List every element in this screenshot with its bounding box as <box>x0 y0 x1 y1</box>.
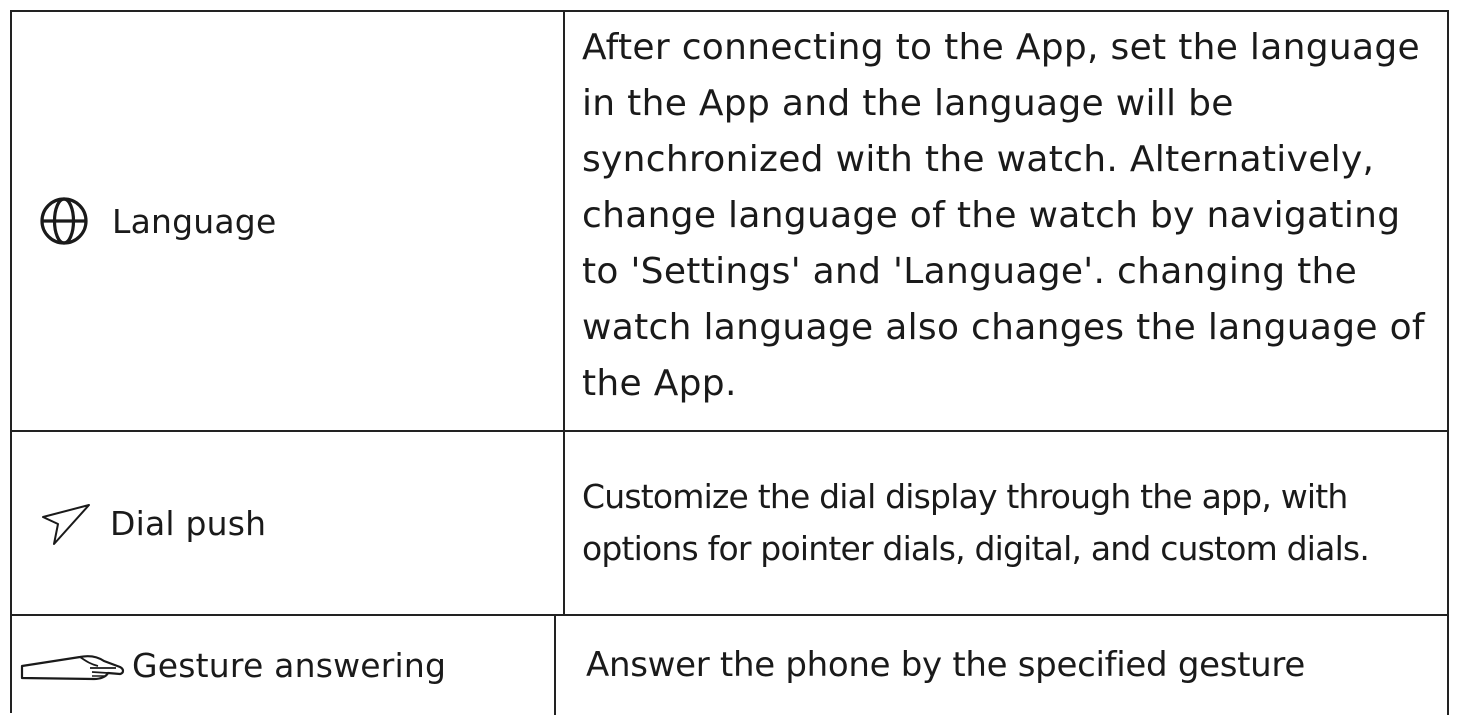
feature-description-cell: After connecting to the App, set the lan… <box>565 12 1449 430</box>
feature-description: Answer the phone by the specified gestur… <box>586 645 1305 685</box>
globe-icon <box>38 195 90 247</box>
feature-name-cell: Language <box>12 12 565 430</box>
table-row: Dial push Customize the dial display thr… <box>12 432 1449 616</box>
feature-description-cell: Answer the phone by the specified gestur… <box>556 616 1449 715</box>
feature-table: Language After connecting to the App, se… <box>10 10 1449 715</box>
hand-gesture-icon <box>20 648 128 684</box>
send-icon <box>40 497 92 549</box>
feature-name-cell: Gesture answering <box>12 616 556 715</box>
feature-name: Language <box>112 201 277 241</box>
table-row: Gesture answering Answer the phone by th… <box>12 616 1449 715</box>
feature-description-cell: Customize the dial display through the a… <box>565 432 1449 614</box>
feature-name: Dial push <box>110 503 267 543</box>
feature-name: Gesture answering <box>132 646 447 685</box>
table-row: Language After connecting to the App, se… <box>12 12 1449 432</box>
feature-description: Customize the dial display through the a… <box>582 477 1370 568</box>
feature-name-cell: Dial push <box>12 432 565 614</box>
feature-description: After connecting to the App, set the lan… <box>582 27 1425 404</box>
